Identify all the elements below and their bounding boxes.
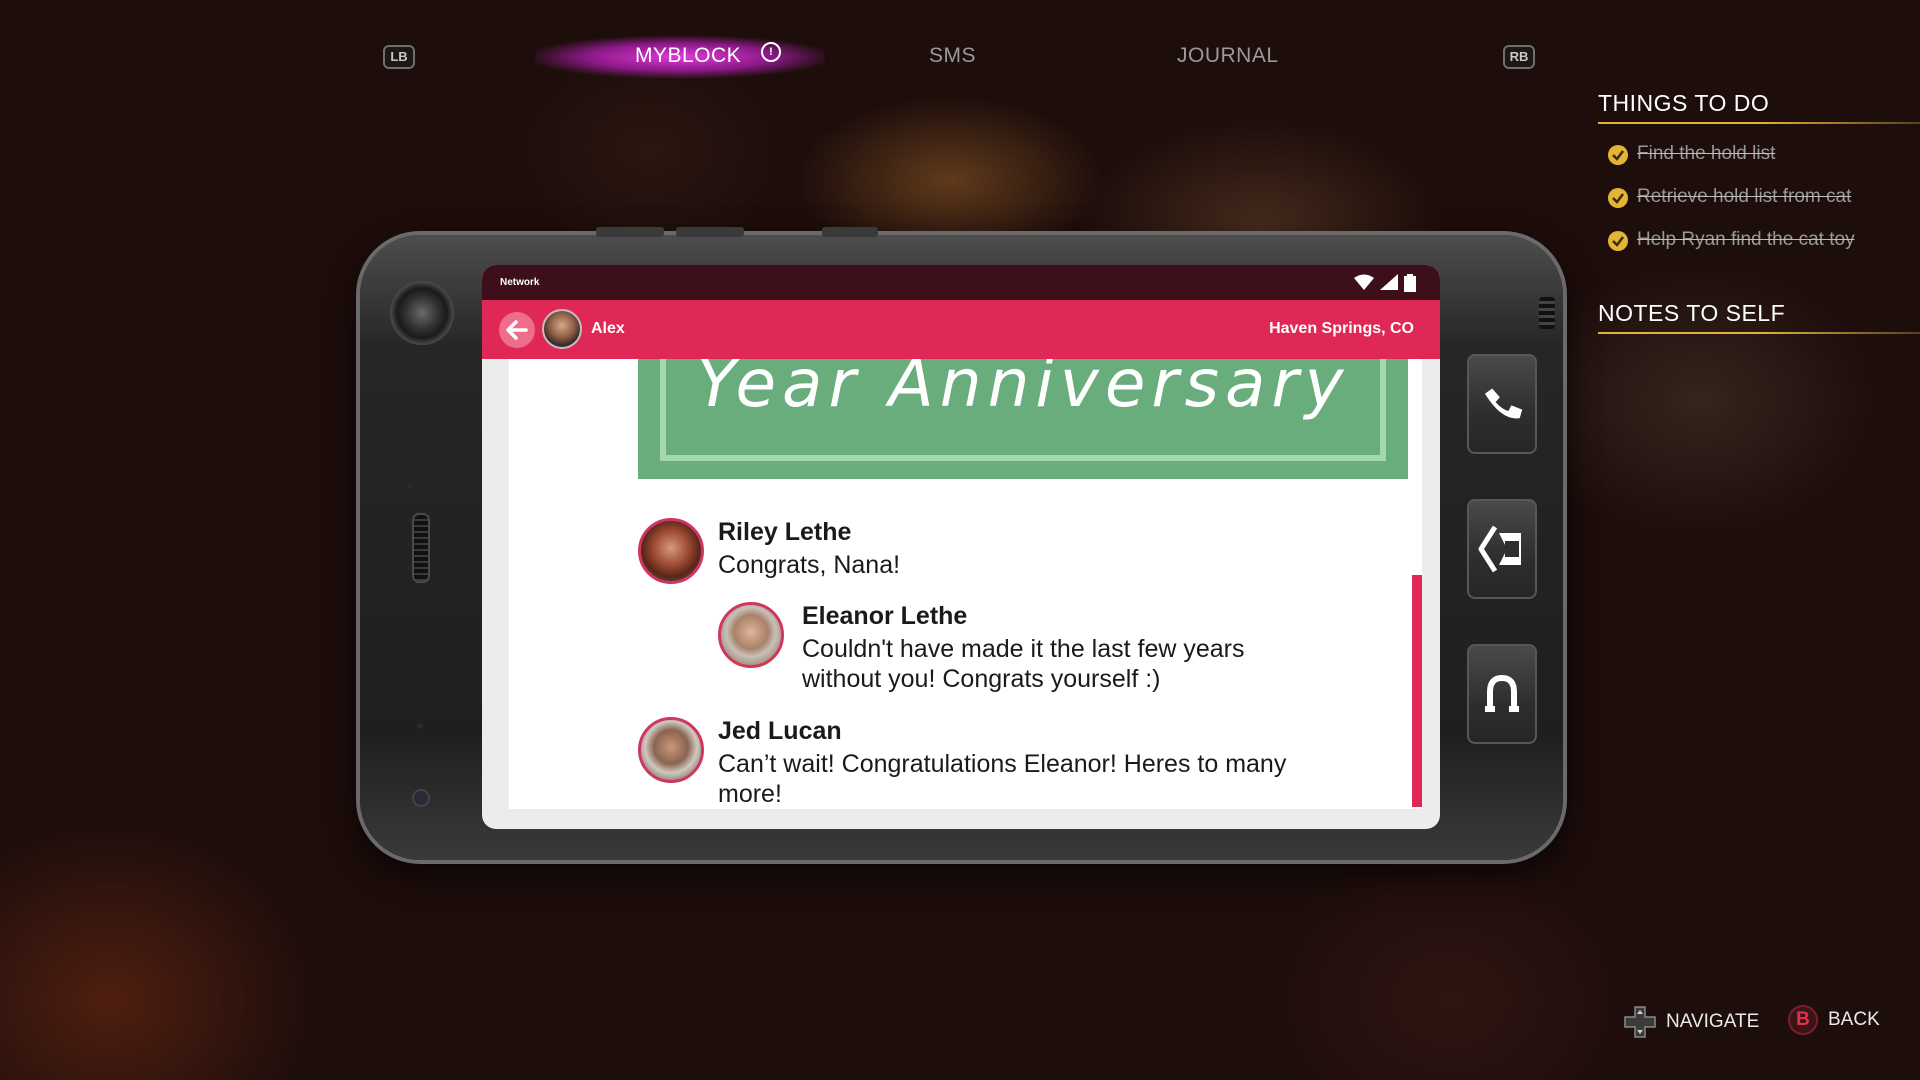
phone-top-button — [676, 227, 744, 237]
contact-name: Alex — [591, 320, 625, 337]
task-label: Help Ryan find the cat toy — [1637, 229, 1855, 250]
dpad-icon — [1624, 1006, 1656, 1038]
contact-avatar — [542, 309, 582, 349]
comment-author: Riley Lethe — [718, 518, 852, 546]
back-arrow-icon — [506, 320, 528, 340]
back-arrow-button[interactable] — [499, 312, 535, 348]
things-to-do-title: THINGS TO DO — [1598, 90, 1770, 116]
alert-icon: ! — [761, 42, 781, 62]
checkmark-icon — [1608, 145, 1628, 165]
phone-call-icon — [1484, 388, 1523, 419]
b-button-icon: B — [1788, 1005, 1818, 1035]
comment-text: Couldn't have made it the last few years… — [802, 635, 1245, 693]
checkmark-icon — [1608, 188, 1628, 208]
tab-journal[interactable]: JOURNAL — [1177, 44, 1279, 68]
checkmark-icon — [1608, 231, 1628, 251]
navigate-prompt[interactable]: NAVIGATE — [1623, 1005, 1759, 1039]
status-bar: Network — [482, 265, 1440, 300]
battery-icon — [1404, 274, 1416, 292]
task-label: Retrieve hold list from cat — [1637, 186, 1852, 207]
scrollbar[interactable] — [1412, 359, 1422, 809]
comment-text: Congrats, Nana! — [718, 551, 901, 579]
magnet-icon — [1485, 674, 1519, 712]
phone-top-button — [596, 227, 664, 237]
tab-sms[interactable]: SMS — [929, 44, 976, 68]
navigate-label: NAVIGATE — [1666, 1011, 1760, 1032]
location-label: Haven Springs, CO — [1269, 320, 1414, 337]
side-grille — [1539, 297, 1555, 329]
speaker-grille — [412, 513, 430, 583]
comment-author: Jed Lucan — [718, 717, 842, 745]
banner-text: Year Anniversary — [696, 359, 1350, 422]
exit-button[interactable] — [1467, 499, 1537, 599]
avatar — [718, 602, 784, 668]
heading-underline — [1598, 332, 1920, 334]
task-item: Retrieve hold list from cat — [1598, 182, 1920, 225]
tab-myblock[interactable]: MYBLOCK — [635, 44, 741, 68]
avatar — [638, 518, 704, 584]
notes-to-self-heading: NOTES TO SELF — [1598, 300, 1920, 334]
comment-text: Can’t wait! Congratulations Eleanor! Her… — [718, 750, 1287, 808]
things-to-do-heading: THINGS TO DO — [1598, 90, 1920, 124]
exit-door-icon — [1478, 525, 1521, 573]
rb-bumper-button[interactable]: RB — [1503, 45, 1535, 69]
scrollbar-thumb[interactable] — [1412, 575, 1422, 807]
heading-underline — [1598, 122, 1920, 124]
comment-author: Eleanor Lethe — [802, 602, 968, 630]
signal-icon — [1380, 274, 1398, 290]
phone-device: Network Alex Haven Springs, CO Year Anni… — [360, 227, 1563, 860]
post-feed[interactable]: Year Anniversary Riley Lethe Congrats, N… — [509, 359, 1422, 809]
call-button[interactable] — [1467, 354, 1537, 454]
avatar — [638, 717, 704, 783]
network-label: Network — [500, 277, 540, 288]
magnet-button[interactable] — [1467, 644, 1537, 744]
back-prompt[interactable]: B BACK — [1788, 1005, 1880, 1035]
wifi-icon — [1354, 274, 1374, 290]
app-header: Alex Haven Springs, CO — [482, 300, 1440, 359]
lb-bumper-button[interactable]: LB — [383, 45, 415, 69]
post-banner-image: Year Anniversary — [638, 359, 1408, 479]
phone-top-button — [822, 227, 878, 237]
phone-detail-dot — [407, 483, 413, 489]
phone-detail-dot — [417, 723, 423, 729]
back-label: BACK — [1828, 1009, 1880, 1030]
camera-lens — [390, 281, 454, 345]
task-label: Find the hold list — [1637, 143, 1776, 164]
notes-to-self-title: NOTES TO SELF — [1598, 300, 1786, 326]
task-item: Help Ryan find the cat toy — [1598, 225, 1920, 268]
objectives-panel: THINGS TO DO Find the hold list Retrieve… — [1598, 90, 1920, 334]
sensor-light — [412, 789, 430, 807]
phone-screen: Network Alex Haven Springs, CO Year Anni… — [482, 265, 1440, 829]
task-item: Find the hold list — [1598, 139, 1920, 182]
